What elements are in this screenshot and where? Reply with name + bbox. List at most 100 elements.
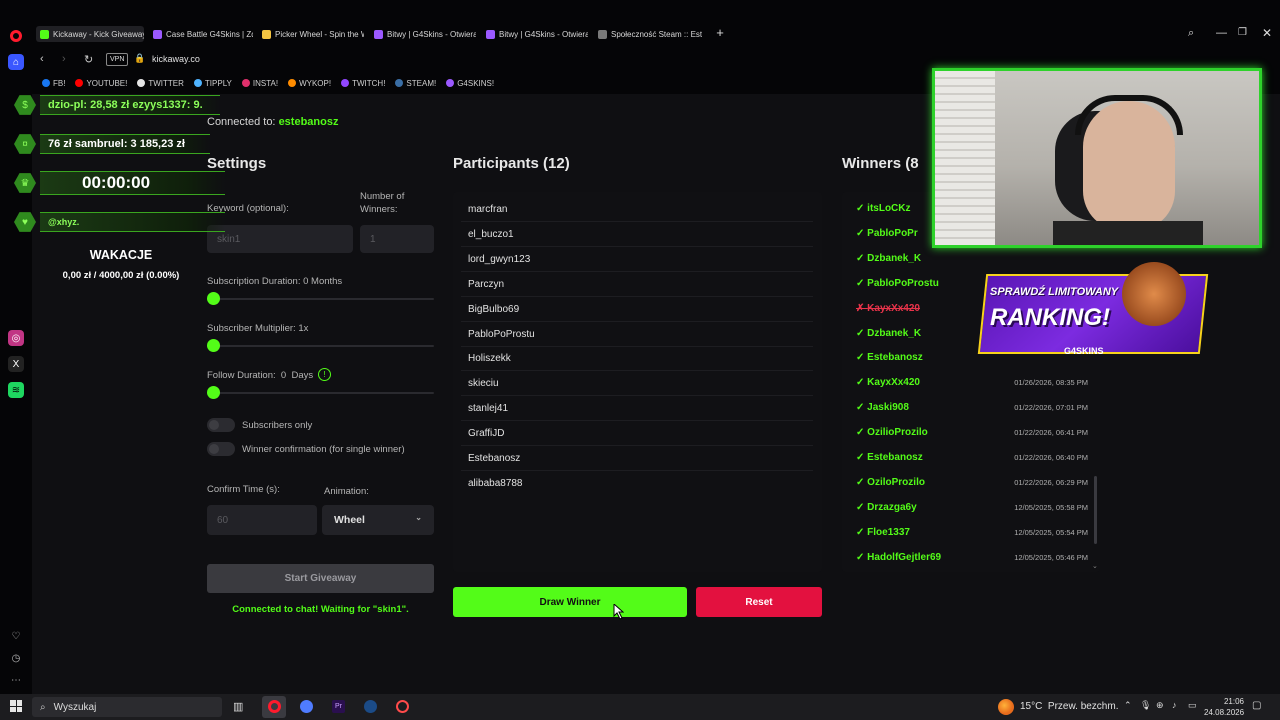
start-giveaway-button[interactable]: Start Giveaway [207,564,434,593]
participant-item[interactable]: alibaba8788 [468,478,523,489]
windows-start-icon[interactable] [10,700,22,712]
webcam-overlay [932,68,1262,248]
taskbar-clock[interactable]: 21:06 24.08.2026 [1204,696,1244,718]
browser-tab[interactable]: Bitwy | G4Skins - Otwieraj [370,26,476,42]
battery-icon[interactable]: ▭ [1188,700,1197,711]
bookmark-item[interactable]: YOUTUBE! [75,79,127,88]
winner-row[interactable]: ✓ OzilioProzilo 01/22/2026, 06:41 PM [842,421,1100,446]
bookmark-item[interactable]: TWITTER [137,79,184,88]
taskbar-search[interactable]: ⌕ Wyszukaj [32,697,222,717]
connected-user[interactable]: estebanosz [279,116,339,128]
sub-multiplier-slider[interactable] [207,339,220,352]
search-tabs-icon[interactable]: ⌕ [1188,27,1194,40]
maximize-icon[interactable]: ❐ [1238,27,1247,38]
info-icon[interactable]: ! [318,368,331,381]
volume-icon[interactable]: ♪ [1172,700,1177,710]
home-icon[interactable]: ⌂ [8,54,24,70]
winner-row[interactable]: ✓ OziloProzilo 01/22/2026, 06:29 PM [842,471,1100,496]
bookmark-item[interactable]: WYKOP! [288,79,331,88]
animation-select[interactable]: Wheel ⌄ [322,505,434,535]
participant-item[interactable]: el_buczo1 [468,229,514,240]
bookmark-item[interactable]: TWITCH! [341,79,385,88]
bookmark-item[interactable]: TIPPLY [193,79,232,88]
browser-tab[interactable]: Społeczność Steam :: Este [594,26,702,42]
notifications-icon[interactable]: ▢ [1252,700,1261,711]
winner-row[interactable]: ✓ Estebanosz 01/22/2026, 06:40 PM [842,446,1100,471]
confirm-time-input[interactable]: 60 [207,505,317,535]
browser-tab[interactable]: Case Battle G4Skins | Zdob [149,26,253,42]
obs-taskbar-icon[interactable] [396,700,409,713]
back-icon[interactable]: ‹ [40,53,44,65]
participant-item[interactable]: skieciu [468,378,499,389]
messenger-taskbar-icon[interactable] [300,700,313,713]
winner-row[interactable]: ✓ Jaski908 01/22/2026, 07:01 PM [842,396,1100,421]
opera-logo-icon[interactable] [10,30,22,42]
network-icon[interactable]: ⊕ [1156,700,1164,711]
search-icon: ⌕ [40,701,46,713]
reload-icon[interactable]: ↻ [84,53,93,66]
premiere-taskbar-icon[interactable]: Pr [332,700,345,713]
participant-item[interactable]: BigBulbo69 [468,304,519,315]
reset-button[interactable]: Reset [696,587,822,617]
winner-row[interactable]: ✓ KayxXx420 01/26/2026, 08:35 PM [842,371,1100,396]
microphone-icon[interactable]: 🎙 [1140,700,1151,711]
browser-tab[interactable]: Picker Wheel - Spin the W [258,26,364,42]
sub-duration-slider[interactable] [207,292,220,305]
follow-duration-label: Follow Duration: 0 Days [207,370,314,381]
steam-taskbar-icon[interactable] [364,700,377,713]
participant-item[interactable]: Holiszekk [468,353,511,364]
instagram-icon[interactable]: ◎ [8,330,24,346]
minimize-icon[interactable]: — [1216,27,1227,39]
url-field[interactable]: kickaway.co [152,54,200,64]
participants-list[interactable]: marcfran el_buczo1 lord_gwyn123 Parczyn BigB… [453,192,822,572]
favorites-heart-icon[interactable]: ♡ [8,628,24,644]
winner-row[interactable]: ✓ Floe1337 12/05/2025, 05:54 PM [842,521,1100,546]
participant-item[interactable]: marcfran [468,204,507,215]
chevron-down-icon: ⌄ [415,513,422,522]
participant-item[interactable]: GraffiJD [468,428,505,439]
subscribers-only-toggle[interactable] [207,418,235,432]
participant-item[interactable]: stanlej41 [468,403,508,414]
scroll-down-icon[interactable]: ⌄ [1092,562,1098,570]
bookmark-icon [137,79,146,87]
more-icon[interactable]: ⋯ [8,672,24,688]
participant-item[interactable]: Parczyn [468,279,504,290]
participants-title: Participants (12) [453,155,570,172]
close-window-icon[interactable]: ✕ [1262,26,1272,40]
winner-entry: ✓ Dzbanek_K [856,253,921,264]
bookmark-item[interactable]: G4SKINS! [446,79,494,88]
check-icon: ✓ [856,452,868,463]
bookmark-item[interactable]: STEAM! [395,79,436,88]
task-view-icon[interactable]: ▥ [233,700,243,713]
vpn-badge[interactable]: VPN [106,53,129,66]
follow-duration-slider[interactable] [207,386,220,399]
spotify-icon[interactable]: ≋ [8,382,24,398]
browser-tab[interactable]: Bitwy | G4Skins - Otwieraj [482,26,588,42]
browser-tab[interactable]: Kickaway - Kick Giveaway [36,26,144,42]
bookmark-item[interactable]: INSTA! [241,78,279,88]
winners-list[interactable]: ✓ itsLoCKz ✓ PabloPoPr ✓ Dzbanek_K ✓ PabloP… [842,192,1100,572]
check-icon: ✓ [856,377,868,389]
tab-favicon-icon [40,29,49,39]
new-tab-icon[interactable]: + [713,26,727,40]
participant-item[interactable]: PabloPoProstu [468,329,535,340]
keyword-input[interactable]: skin1 [207,225,353,253]
weather-text[interactable]: 15°C Przew. bezchm. [1020,701,1118,712]
bookmark-item[interactable]: FB! [42,79,65,88]
bookmark-label: INSTA! [252,78,279,88]
sub-multiplier-track [207,345,434,347]
history-clock-icon[interactable]: ◷ [8,650,24,666]
winner-row[interactable]: ✓ Drzazga6y 12/05/2025, 05:58 PM [842,496,1100,521]
winners-count-input[interactable]: 1 [360,225,434,253]
winner-row[interactable]: ✓ HadolfGejtler69 12/05/2025, 05:46 PM [842,546,1100,571]
winner-confirmation-toggle[interactable] [207,442,235,456]
participant-item[interactable]: Estebanosz [468,453,520,464]
draw-winner-button[interactable]: Draw Winner [453,587,687,617]
settings-title: Settings [207,155,267,172]
forward-icon[interactable]: › [62,53,66,65]
winner-name: PabloPoPr [867,227,918,239]
participant-item[interactable]: lord_gwyn123 [468,254,530,265]
x-twitter-icon[interactable]: X [8,356,24,372]
winners-scrollbar[interactable] [1094,476,1097,544]
tray-chevron-icon[interactable]: ⌃ [1124,700,1132,711]
